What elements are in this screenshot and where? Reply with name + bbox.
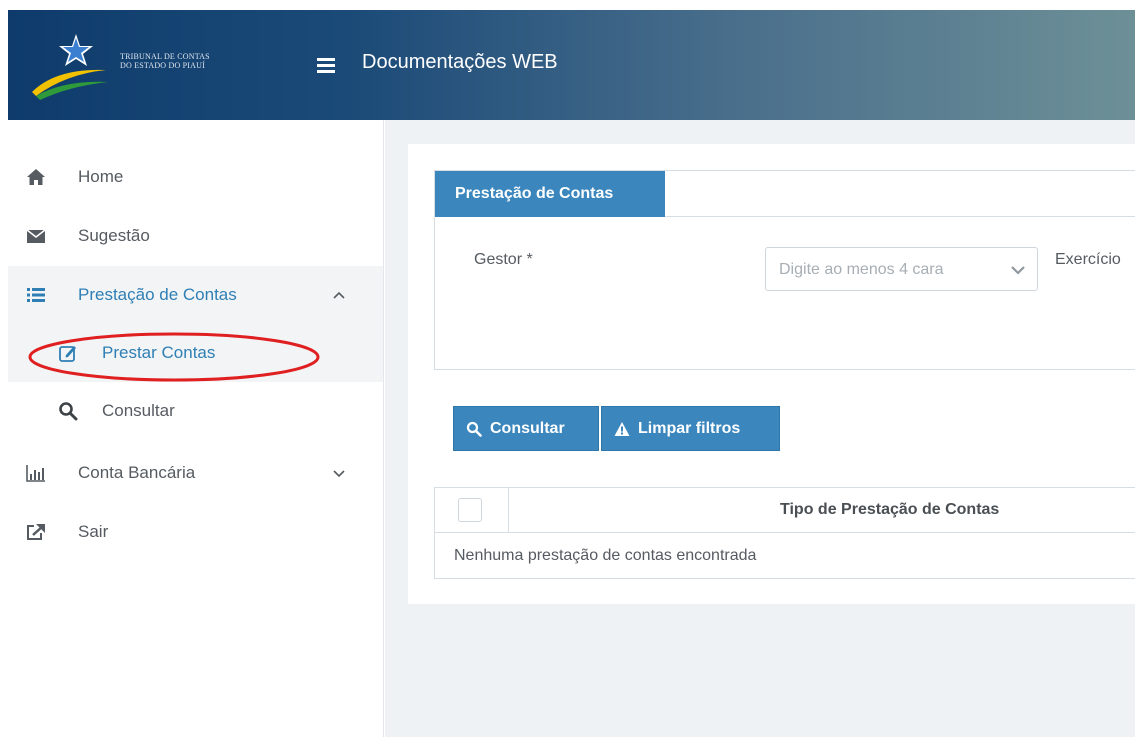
hamburger-icon bbox=[317, 58, 335, 61]
table-header: Tipo de Prestação de Contas bbox=[435, 488, 1135, 533]
sidebar-item-label: Sugestão bbox=[78, 226, 150, 245]
app-page: TRIBUNAL DE CONTAS DO ESTADO DO PIAUÍ Do… bbox=[0, 0, 1135, 737]
content-card: Prestação de Contas Gestor * Digite ao m… bbox=[408, 144, 1135, 604]
header-check-cell bbox=[435, 488, 509, 533]
chevron-down-icon bbox=[1011, 266, 1025, 275]
sidebar-item-sair[interactable]: Sair bbox=[8, 503, 383, 561]
filter-panel: Prestação de Contas Gestor * Digite ao m… bbox=[434, 170, 1135, 370]
logo-text: TRIBUNAL DE CONTAS DO ESTADO DO PIAUÍ bbox=[120, 52, 210, 70]
edit-icon bbox=[59, 346, 76, 362]
gestor-select[interactable]: Digite ao menos 4 cara bbox=[765, 247, 1038, 291]
sidebar-item-conta-bancaria[interactable]: Conta Bancária bbox=[8, 444, 383, 502]
list-icon bbox=[27, 288, 45, 302]
sidebar-item-home[interactable]: Home bbox=[8, 148, 383, 206]
sidebar-item-label: Sair bbox=[78, 522, 109, 541]
consultar-button[interactable]: Consultar bbox=[453, 406, 599, 451]
limpar-filtros-button-label: Limpar filtros bbox=[638, 419, 741, 437]
sidebar-subitem-label: Consultar bbox=[102, 401, 175, 420]
sidebar-item-sugestao[interactable]: Sugestão bbox=[8, 207, 383, 265]
column-header-tipo: Tipo de Prestação de Contas bbox=[780, 501, 1000, 518]
sidebar-item-label: Conta Bancária bbox=[78, 463, 196, 482]
gestor-label: Gestor * bbox=[474, 251, 533, 268]
select-all-checkbox[interactable] bbox=[458, 498, 482, 522]
empty-message: Nenhuma prestação de contas encontrada bbox=[454, 547, 757, 564]
sidebar: Home Sugestão Prestação de Contas Presta… bbox=[8, 120, 384, 737]
logo-line-1: TRIBUNAL DE CONTAS bbox=[120, 52, 210, 61]
logo-line-2: DO ESTADO DO PIAUÍ bbox=[120, 61, 205, 70]
app-title: Documentações WEB bbox=[362, 51, 558, 73]
sidebar-subitem-prestar-contas[interactable]: Prestar Contas bbox=[8, 324, 383, 382]
main-content: Prestação de Contas Gestor * Digite ao m… bbox=[385, 120, 1135, 737]
chevron-up-icon bbox=[333, 291, 345, 299]
sidebar-item-prestacao-de-contas[interactable]: Prestação de Contas bbox=[8, 266, 383, 324]
sidebar-subitem-label: Prestar Contas bbox=[102, 343, 216, 362]
sidebar-item-label: Home bbox=[78, 167, 124, 186]
tce-logo bbox=[32, 34, 108, 100]
search-icon bbox=[466, 421, 482, 437]
bar-chart-icon bbox=[26, 465, 45, 482]
external-link-icon bbox=[27, 524, 45, 540]
tab-prestacao-de-contas[interactable]: Prestação de Contas bbox=[435, 171, 665, 217]
sidebar-subitem-consultar[interactable]: Consultar bbox=[8, 382, 383, 440]
gestor-placeholder: Digite ao menos 4 cara bbox=[779, 261, 944, 278]
results-table: Tipo de Prestação de Contas Nenhuma pres… bbox=[434, 487, 1135, 579]
limpar-filtros-button[interactable]: Limpar filtros bbox=[601, 406, 780, 451]
home-icon bbox=[27, 169, 45, 185]
search-icon bbox=[59, 402, 78, 421]
top-header: TRIBUNAL DE CONTAS DO ESTADO DO PIAUÍ Do… bbox=[8, 10, 1135, 120]
chevron-down-icon bbox=[333, 470, 345, 478]
consultar-button-label: Consultar bbox=[490, 419, 565, 437]
warning-icon bbox=[614, 421, 630, 436]
hamburger-menu-button[interactable] bbox=[315, 54, 337, 76]
exercicio-label: Exercício bbox=[1055, 251, 1121, 268]
sidebar-item-label: Prestação de Contas bbox=[78, 285, 237, 304]
envelope-icon bbox=[26, 229, 46, 243]
